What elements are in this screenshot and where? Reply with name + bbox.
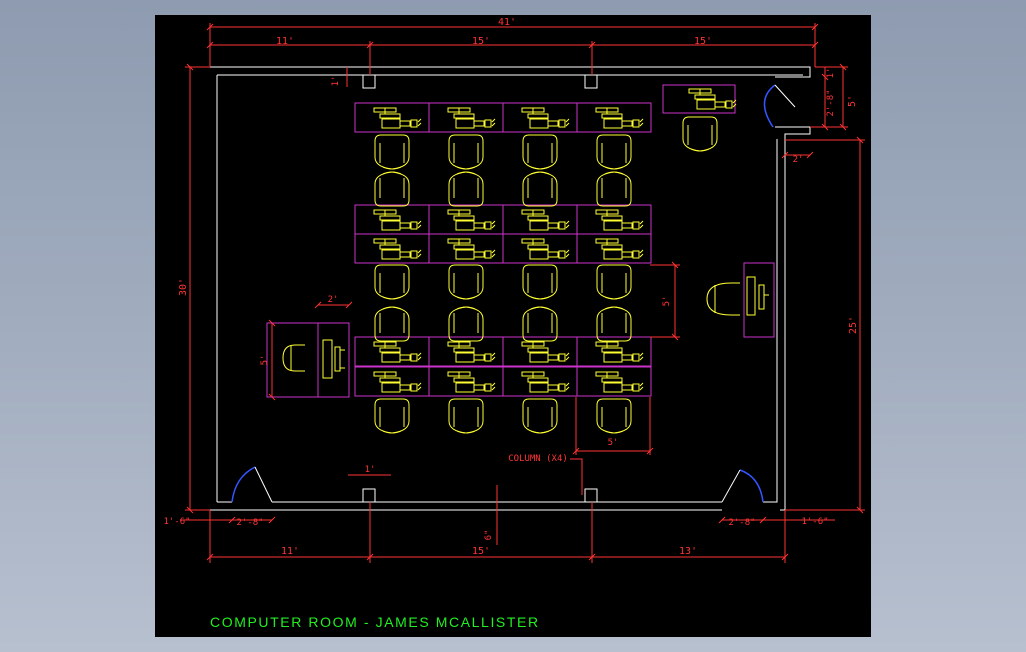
chair [596,398,632,434]
dim-row-gap: 5' [662,296,672,307]
chair [522,264,558,300]
dim-desk-width: 5' [608,438,619,448]
column-annotation: COLUMN (X4) [508,454,568,464]
chair [374,264,410,300]
dim-right-upper-1: 1' [826,68,836,79]
cad-viewport[interactable]: 41' 11' 15' 15' 30' 25' 5' 1' 2'-8" 2' 1… [155,15,871,637]
dim-top-left: 11' [276,36,294,47]
dim-bottom-left-door: 2'-8" [236,518,263,528]
chair [522,306,558,342]
computer-station [447,341,496,363]
computer-station [595,238,644,260]
chair [596,171,632,207]
computer-station [521,341,570,363]
dim-wall-thickness: 6" [484,530,494,541]
student-desks [354,102,652,434]
dim-bottom-right: 13' [679,546,697,557]
room-walls [210,66,811,511]
dim-right-upper-2: 2'-8" [826,89,836,116]
dim-bottom-right-door: 2'-8" [728,518,755,528]
dim-top-right: 15' [694,36,712,47]
computer-station [595,371,644,393]
teacher-desk-left [266,322,350,398]
dim-teacher-desk-width: 2' [328,295,339,305]
computer-station [521,238,570,260]
chair [596,306,632,342]
dim-top-mid: 15' [472,36,490,47]
dim-right-upper-total: 5' [847,95,858,107]
computer-station [447,209,496,231]
dim-bottom-right-door-offset: 1'-6" [801,517,828,527]
drawing-title: COMPUTER ROOM - JAMES MCALLISTER [210,614,540,630]
dim-left-height: 30' [178,278,189,296]
chair [522,171,558,207]
computer-station [595,341,644,363]
computer-station [373,107,422,129]
teacher-desk-right [706,262,775,338]
floor-plan-drawing: 41' 11' 15' 15' 30' 25' 5' 1' 2'-8" 2' 1… [163,17,865,563]
dim-column-size: 1' [331,76,341,87]
chair [596,134,632,170]
computer-station [595,209,644,231]
top-right-station [662,84,737,152]
dim-bottom-left: 11' [281,546,299,557]
computer-station [447,371,496,393]
chair [374,398,410,434]
computer-station [373,238,422,260]
computer-station [521,209,570,231]
chair [374,306,410,342]
computer-station [521,107,570,129]
computer-station [595,107,644,129]
computer-station [447,107,496,129]
chair [448,171,484,207]
dimension-lines [180,23,865,563]
dim-right-height: 25' [848,316,859,334]
chair [522,134,558,170]
dim-overall-width: 41' [498,17,516,28]
dim-bottom-mid: 15' [472,546,490,557]
computer-station [447,238,496,260]
doors [231,84,796,503]
chair [374,171,410,207]
chair [448,264,484,300]
computer-station [373,341,422,363]
chair [522,398,558,434]
dim-column-size-bottom: 1' [365,465,376,475]
dim-right-step: 2' [793,155,804,165]
dim-bottom-left-door-offset: 1'-6" [163,517,190,527]
dim-teacher-desk-depth: 5' [260,355,270,366]
chair [596,264,632,300]
chair [448,306,484,342]
chair [448,134,484,170]
chair [448,398,484,434]
computer-station [521,371,570,393]
computer-station [373,371,422,393]
chair [374,134,410,170]
computer-station [373,209,422,231]
